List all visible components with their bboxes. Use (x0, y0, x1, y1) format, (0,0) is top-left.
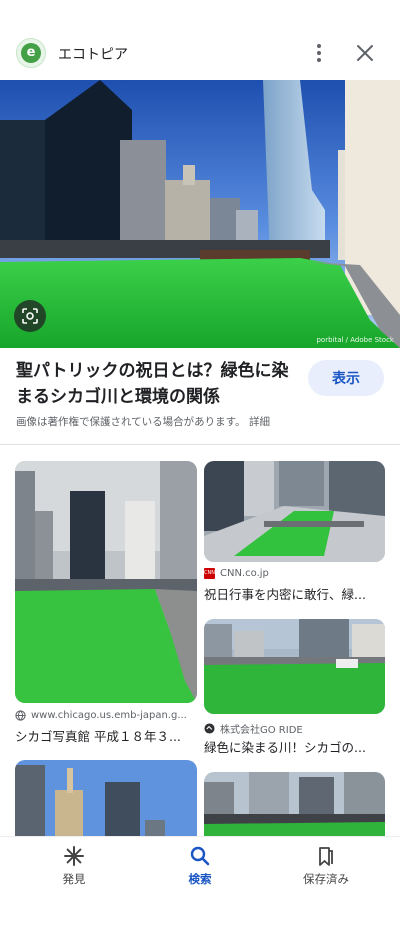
image-viewer-header: e エコトピア (0, 0, 400, 80)
lens-button[interactable] (14, 300, 46, 332)
result-source-2[interactable]: CNN CNN.co.jp (204, 568, 385, 579)
copyright-notice[interactable]: 画像は著作権で保護されている場合があります。 詳細 (16, 414, 270, 429)
bottom-navigation: 発見 検索 保存済み (0, 836, 400, 934)
nav-saved[interactable]: 保存済み (271, 845, 381, 887)
image-title[interactable]: 聖パトリックの祝日とは？緑色に染まるシカゴ川と環境の関係 (16, 358, 298, 410)
site-logo[interactable]: e (16, 38, 46, 68)
divider (0, 444, 400, 445)
result-source-text: www.chicago.us.emb-japan.g... (31, 710, 187, 721)
result-source-text: 株式会社GO RIDE (220, 725, 303, 736)
nav-discover[interactable]: 発見 (19, 845, 129, 887)
hero-image[interactable] (0, 80, 400, 348)
image-credit: porbital / Adobe Stock (316, 336, 394, 344)
result-source-text: CNN.co.jp (220, 568, 269, 579)
nav-search-label: 検索 (188, 872, 212, 886)
result-image-3[interactable] (204, 619, 385, 714)
site-logo-letter: e (21, 43, 41, 63)
more-options-icon[interactable] (309, 40, 329, 66)
result-caption-1[interactable]: シカゴ写真館 平成１８年３... (15, 726, 197, 745)
globe-icon (15, 710, 26, 721)
result-image-2[interactable] (204, 461, 385, 562)
result-source-3[interactable]: 株式会社GO RIDE (204, 721, 385, 736)
result-source-1[interactable]: www.chicago.us.emb-japan.g... (15, 710, 197, 721)
view-button[interactable]: 表示 (308, 360, 384, 396)
result-caption-2[interactable]: 祝日行事を内密に敢行、緑... (204, 584, 385, 603)
lens-icon (22, 308, 38, 324)
nav-search[interactable]: 検索 (145, 845, 255, 887)
site-name[interactable]: エコトピア (58, 44, 128, 64)
result-caption-3[interactable]: 緑色に染まる川！シカゴの... (204, 737, 385, 756)
result-image-1[interactable] (15, 461, 197, 703)
close-icon[interactable] (354, 42, 376, 64)
cnn-icon: CNN (204, 568, 215, 579)
nav-saved-label: 保存済み (303, 872, 349, 886)
goride-icon (204, 723, 215, 734)
nav-discover-label: 発見 (62, 872, 86, 886)
bookmark-icon (319, 847, 333, 866)
search-icon (190, 846, 210, 866)
asterisk-icon (64, 846, 84, 866)
